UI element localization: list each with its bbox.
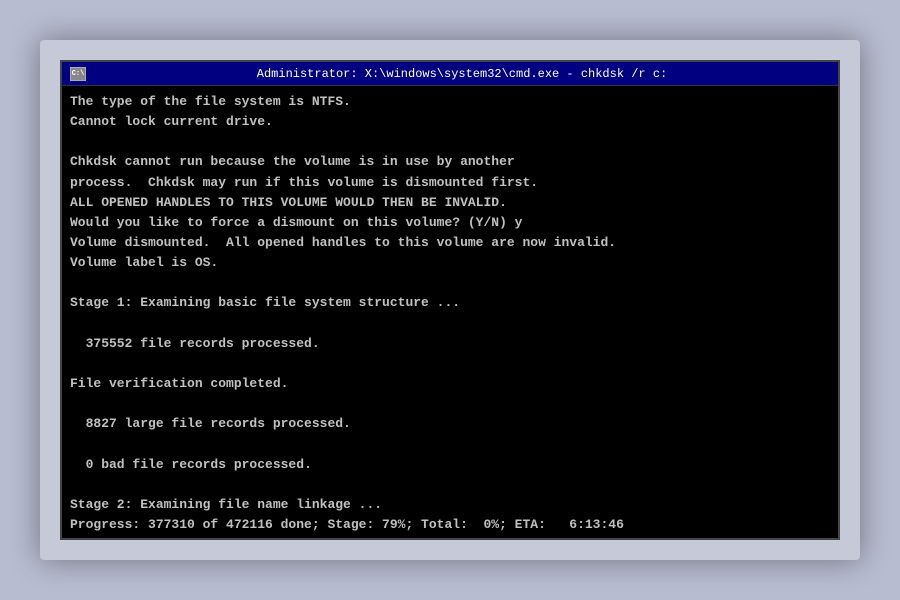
cmd-icon-label: C:\ (72, 70, 85, 78)
cmd-icon: C:\ (70, 67, 86, 81)
cmd-title: Administrator: X:\windows\system32\cmd.e… (94, 67, 830, 81)
cmd-window: C:\ Administrator: X:\windows\system32\c… (60, 60, 840, 540)
screen-container: C:\ Administrator: X:\windows\system32\c… (40, 40, 860, 560)
cmd-body: The type of the file system is NTFS. Can… (62, 86, 838, 538)
cmd-output: The type of the file system is NTFS. Can… (70, 92, 830, 535)
cmd-titlebar: C:\ Administrator: X:\windows\system32\c… (62, 62, 838, 86)
